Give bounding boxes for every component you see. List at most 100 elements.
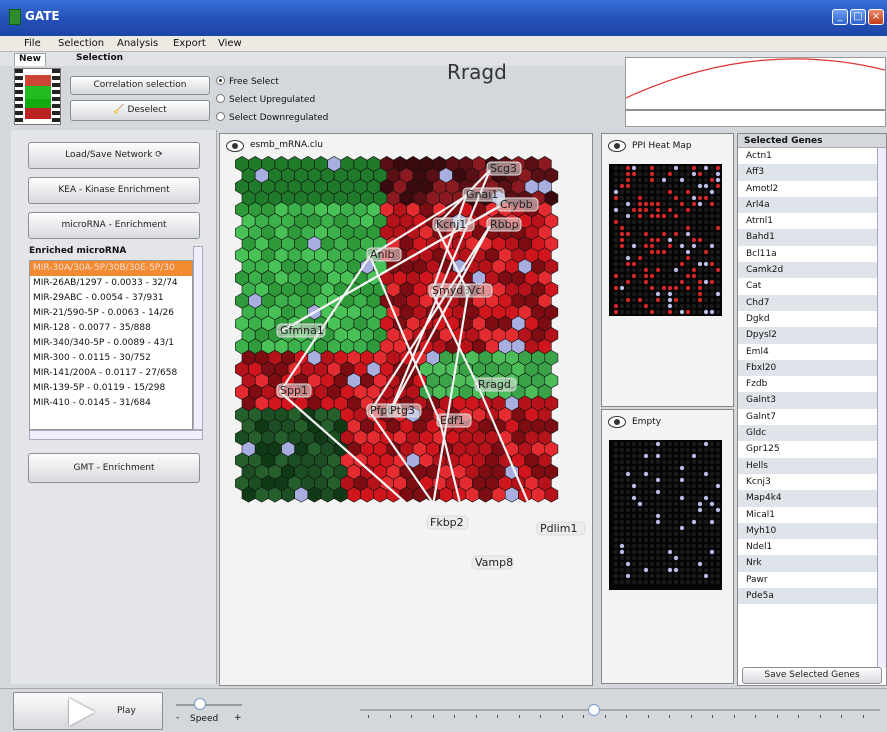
heat-map-cell	[679, 237, 685, 243]
gene-node-label[interactable]: Vcl	[464, 283, 493, 298]
gene-list-item[interactable]: Fbxl20	[738, 359, 886, 377]
heat-map-cell	[637, 291, 643, 297]
timeline-slider[interactable]	[360, 704, 880, 724]
gene-list-item[interactable]: Mical1	[738, 507, 886, 523]
gene-list-item[interactable]: Atrnl1	[738, 213, 886, 229]
gene-list-item[interactable]: Map4k4	[738, 490, 886, 507]
gene-list-item[interactable]: Pde5a	[738, 588, 886, 605]
heat-map-cell	[643, 441, 649, 447]
selected-genes-header: Selected Genes	[738, 134, 886, 148]
gmt-enrichment-button[interactable]: GMT - Enrichment	[28, 453, 200, 483]
gene-list-item[interactable]: Amotl2	[738, 181, 886, 197]
gene-node-label[interactable]: Vamp8	[471, 555, 514, 570]
gene-list-item[interactable]: Bahd1	[738, 229, 886, 246]
mirna-list-item[interactable]: MIR-141/200A - 0.0117 - 27/658	[30, 366, 192, 381]
gene-list-item[interactable]: Actn1	[738, 148, 886, 164]
gene-list-item[interactable]: Hells	[738, 457, 886, 474]
deselect-button[interactable]: 🧹 Deselect	[70, 100, 210, 121]
gene-list-item[interactable]: Galnt7	[738, 409, 886, 425]
mirna-list-item[interactable]: MIR-139-5P - 0.0119 - 15/298	[30, 381, 192, 396]
heat-map-cell	[715, 471, 721, 477]
gene-list-item[interactable]: Chd7	[738, 294, 886, 311]
heat-map-cell	[661, 213, 667, 219]
gene-node-label[interactable]: Edf1	[436, 413, 472, 428]
new-network-thumbnail[interactable]	[14, 68, 61, 125]
correlation-selection-button[interactable]: Correlation selection	[70, 76, 210, 95]
speed-increase-icon[interactable]: +	[234, 713, 242, 723]
speed-decrease-icon[interactable]: -	[176, 713, 179, 723]
gene-node-label[interactable]: Scg3	[486, 161, 522, 176]
minimize-button[interactable]: _	[832, 9, 848, 25]
gene-list-item[interactable]: Arl4a	[738, 196, 886, 214]
menu-view[interactable]: View	[218, 38, 242, 49]
menu-selection[interactable]: Selection	[58, 38, 104, 49]
ppi-heat-map[interactable]	[602, 134, 733, 406]
tab-selection[interactable]: Selection	[72, 53, 127, 63]
heat-map-cell	[619, 285, 625, 291]
mirna-list-item[interactable]: MIR-26AB/1297 - 0.0033 - 32/74	[30, 276, 192, 291]
timeline-slider-knob[interactable]	[588, 704, 600, 716]
gene-node-label[interactable]: Gfmna1	[276, 323, 326, 338]
gene-list-item[interactable]: Nrk	[738, 555, 886, 572]
play-button[interactable]: Play	[13, 692, 163, 730]
mirna-list-item[interactable]: MIR-300 - 0.0115 - 30/752	[30, 351, 192, 366]
menu-file[interactable]: File	[24, 38, 41, 49]
mirna-list-item[interactable]: MIR-29ABC - 0.0054 - 37/931	[30, 291, 192, 306]
gene-list-item[interactable]: Dgkd	[738, 311, 886, 327]
gene-list-item[interactable]: Bcl11a	[738, 246, 886, 262]
gene-list-item[interactable]: Eml4	[738, 344, 886, 360]
gene-node-label[interactable]: Rragd	[474, 377, 517, 392]
speed-slider[interactable]: Speed - +	[176, 696, 242, 726]
heat-map-cell	[667, 555, 673, 561]
mirna-list-item[interactable]: MIR-340/340-5P - 0.0089 - 43/1	[30, 336, 192, 351]
heat-map-cell	[679, 453, 685, 459]
menu-export[interactable]: Export	[173, 38, 206, 49]
gene-node-label[interactable]: Crybb	[496, 197, 539, 212]
gene-list-item[interactable]: Galnt3	[738, 392, 886, 409]
kea-kinase-enrichment-button[interactable]: KEA - Kinase Enrichment	[28, 177, 200, 204]
gene-list-item[interactable]: Kcnj3	[738, 474, 886, 490]
close-button[interactable]: ×	[868, 9, 884, 25]
hexagonal-gene-map[interactable]: Scg3 Gnai1Crybb Rbbp Kcnj1 Anlb Smyd3Vcl Gfmna…	[220, 134, 592, 685]
gene-node-label[interactable]: Ptg3	[386, 403, 422, 418]
gene-node-label[interactable]: Spp1	[276, 383, 312, 398]
mirna-list-item[interactable]: MIR-128 - 0.0077 - 35/888	[30, 321, 192, 336]
gene-list-item[interactable]: Aff3	[738, 164, 886, 181]
gene-node-label[interactable]: Rbbp	[486, 217, 522, 232]
gene-node-label[interactable]: Kcnj1	[432, 217, 475, 232]
gene-node-label[interactable]: Fkbp2	[426, 515, 469, 530]
heat-map-cell	[631, 579, 637, 585]
gene-list-item[interactable]: Fzdb	[738, 376, 886, 392]
gene-list-item[interactable]: Gldc	[738, 425, 886, 442]
tab-new[interactable]: New	[14, 53, 46, 66]
empty-heat-map[interactable]	[602, 410, 733, 683]
mirna-list-item[interactable]: MIR-30A/30A-5P/30B/30E-5P/30	[30, 261, 192, 276]
gene-list-item[interactable]: Gpr125	[738, 441, 886, 457]
gene-list-item[interactable]: Camk2d	[738, 262, 886, 279]
gene-list-item[interactable]: Dpysl2	[738, 327, 886, 344]
selected-genes-list[interactable]: Actn1 Aff3 Amotl2 Arl4a Atrnl1 Bahd1 Bcl11a Cam…	[738, 148, 886, 605]
gene-list-item[interactable]: Ndel1	[738, 539, 886, 555]
microrna-vertical-scrollbar[interactable]	[193, 246, 203, 430]
gene-node-label[interactable]: Smyd3	[428, 283, 471, 298]
gene-list-item[interactable]: Myh10	[738, 522, 886, 540]
load-save-network-button[interactable]: Load/Save Network ⟳	[28, 142, 200, 169]
microrna-horizontal-scrollbar[interactable]	[29, 430, 203, 440]
save-selected-genes-button[interactable]: Save Selected Genes	[742, 667, 882, 684]
microrna-enrichment-button[interactable]: microRNA - Enrichment	[28, 212, 200, 239]
maximize-button[interactable]: □	[850, 9, 866, 25]
gene-node-label[interactable]: Pdlim1	[536, 521, 586, 536]
gene-node-label[interactable]: Anlb	[366, 247, 402, 262]
heat-map-cell	[649, 459, 655, 465]
genes-vertical-scrollbar[interactable]	[877, 148, 886, 668]
enriched-microrna-list[interactable]: MIR-30A/30A-5P/30B/30E-5P/30 MIR-26AB/129…	[29, 260, 193, 430]
radio-select-upregulated[interactable]: Select Upregulated	[216, 94, 315, 105]
gene-list-item[interactable]: Pawr	[738, 572, 886, 588]
gene-list-item[interactable]: Cat	[738, 278, 886, 294]
mirna-list-item[interactable]: MIR-410 - 0.0145 - 31/684	[30, 396, 192, 411]
speed-slider-knob[interactable]	[194, 698, 206, 710]
radio-select-downregulated[interactable]: Select Downregulated	[216, 112, 328, 123]
radio-free-select[interactable]: Free Select	[216, 76, 279, 87]
mirna-list-item[interactable]: MIR-21/590-5P - 0.0063 - 14/26	[30, 306, 192, 321]
menu-analysis[interactable]: Analysis	[117, 38, 158, 49]
